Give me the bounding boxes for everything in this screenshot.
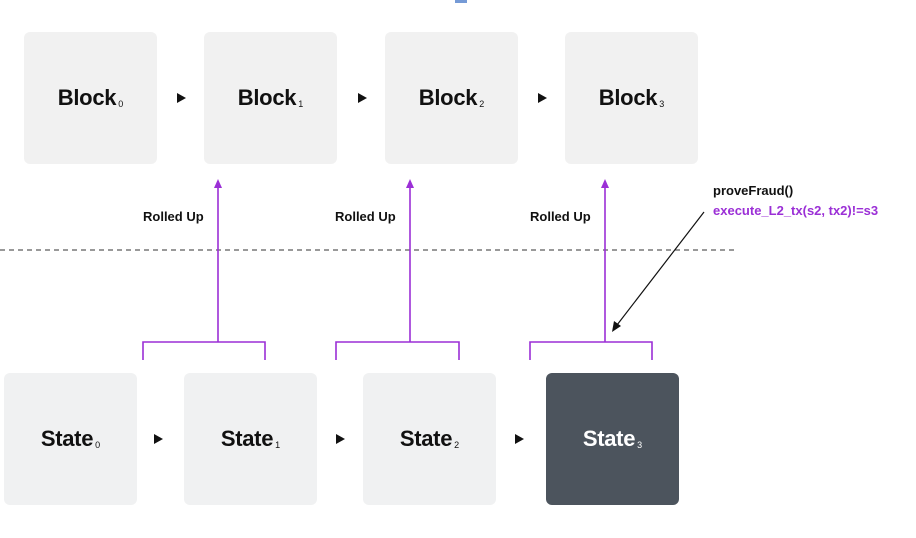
fraud-check-expression: execute_L2_tx(s2, tx2)!=s3	[713, 203, 879, 218]
state-0-subscript: 0	[95, 440, 101, 450]
state-0-box: State 0	[4, 373, 137, 505]
rollup-arrowhead-1	[214, 179, 222, 188]
block-1-box: Block 1	[204, 32, 337, 164]
state-0-label: State	[40, 426, 94, 451]
state-3-subscript: 3	[637, 440, 643, 450]
rolled-up-label-2: Rolled Up	[335, 209, 396, 224]
chain-arrow-icon	[515, 434, 524, 444]
state-2-box: State 2	[363, 373, 496, 505]
state-3-box-fraudulent: State 3	[546, 373, 679, 505]
state-2-subscript: 2	[454, 440, 460, 450]
fraud-pointer-line	[616, 211, 705, 326]
block-0-box: Block 0	[24, 32, 157, 164]
state-2-label: State	[399, 426, 453, 451]
block-0-label: Block	[57, 85, 117, 110]
rolled-up-label-1: Rolled Up	[143, 209, 204, 224]
rollup-arrowhead-3	[601, 179, 609, 188]
state-1-label: State	[220, 426, 274, 451]
block-2-box: Block 2	[385, 32, 518, 164]
chain-arrow-icon	[177, 93, 186, 103]
state-1-box: State 1	[184, 373, 317, 505]
state-1-subscript: 1	[275, 440, 281, 450]
block-1-subscript: 1	[298, 99, 304, 109]
rolled-up-label-3: Rolled Up	[530, 209, 591, 224]
block-3-subscript: 3	[659, 99, 665, 109]
rollup-arrowhead-2	[406, 179, 414, 188]
fraud-pointer-arrowhead	[612, 321, 621, 332]
chain-arrow-icon	[358, 93, 367, 103]
block-3-label: Block	[598, 85, 658, 110]
block-3-box: Block 3	[565, 32, 698, 164]
block-2-label: Block	[418, 85, 478, 110]
state-3-label: State	[582, 426, 636, 451]
block-0-subscript: 0	[118, 99, 124, 109]
chain-arrow-icon	[154, 434, 163, 444]
block-2-subscript: 2	[479, 99, 485, 109]
chain-arrow-icon	[538, 93, 547, 103]
block-1-label: Block	[237, 85, 297, 110]
chain-arrow-icon	[336, 434, 345, 444]
prove-fraud-title: proveFraud()	[713, 183, 794, 198]
